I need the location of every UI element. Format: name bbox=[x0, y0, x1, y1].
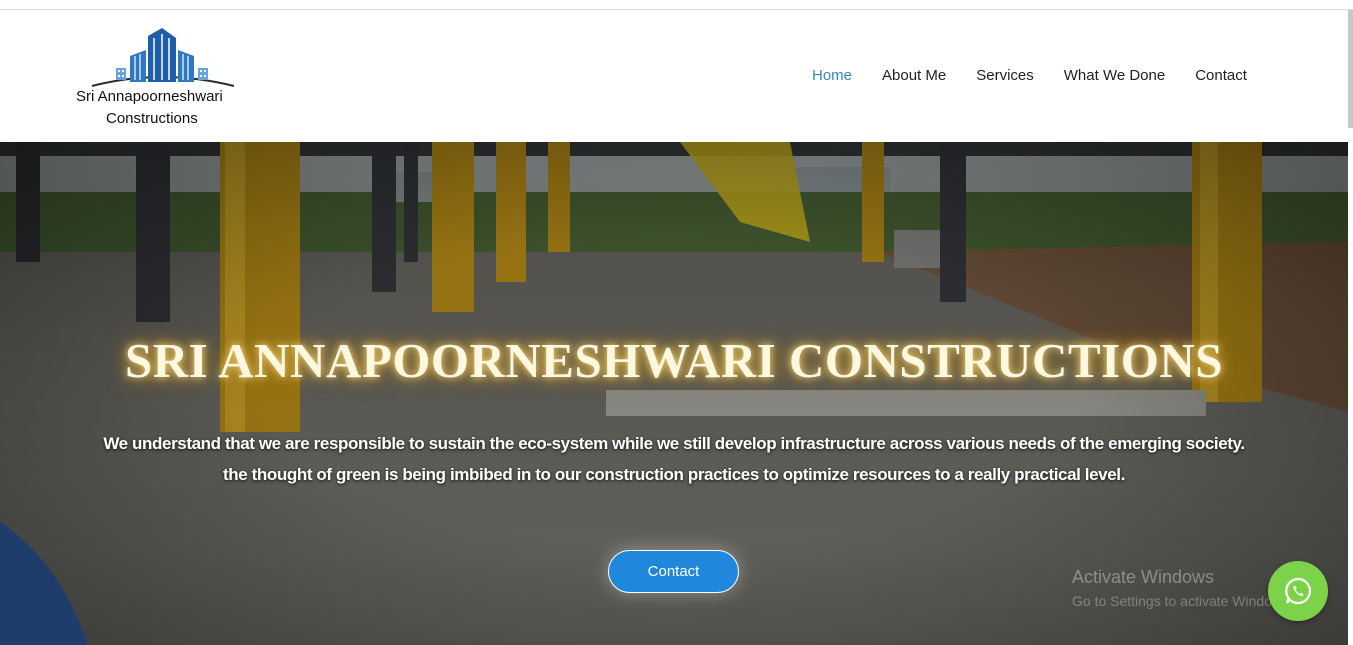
whatsapp-icon bbox=[1285, 577, 1312, 605]
main-nav: Home About Me Services What We Done Cont… bbox=[812, 67, 1277, 84]
nav-item-what-we-done[interactable]: What We Done bbox=[1064, 67, 1165, 84]
browser-top-edge bbox=[0, 0, 1353, 10]
site-header: Sri Annapoorneshwari Constructions Home … bbox=[0, 10, 1348, 142]
company-logo[interactable]: Sri Annapoorneshwari Constructions bbox=[72, 28, 252, 132]
logo-text-line2: Constructions bbox=[106, 110, 198, 127]
nav-item-home[interactable]: Home bbox=[812, 67, 852, 84]
contact-button[interactable]: Contact bbox=[608, 550, 739, 593]
nav-item-services[interactable]: Services bbox=[976, 67, 1034, 84]
scrollbar[interactable] bbox=[1348, 10, 1353, 128]
hero-title: SRI ANNAPOORNESHWARI CONSTRUCTIONS bbox=[125, 333, 1223, 388]
hero-description: We understand that we are responsible to… bbox=[103, 434, 1245, 484]
logo-text-line1: Sri Annapoorneshwari bbox=[76, 88, 223, 105]
nav-item-contact[interactable]: Contact bbox=[1195, 67, 1247, 84]
whatsapp-button[interactable] bbox=[1268, 561, 1328, 621]
activate-windows-subtext: Go to Settings to activate Windows. bbox=[1072, 593, 1293, 609]
nav-item-about-me[interactable]: About Me bbox=[882, 67, 946, 84]
hero-section: SRI ANNAPOORNESHWARI CONSTRUCTIONS We un… bbox=[0, 142, 1348, 645]
activate-windows-watermark: Activate Windows bbox=[1072, 567, 1215, 587]
